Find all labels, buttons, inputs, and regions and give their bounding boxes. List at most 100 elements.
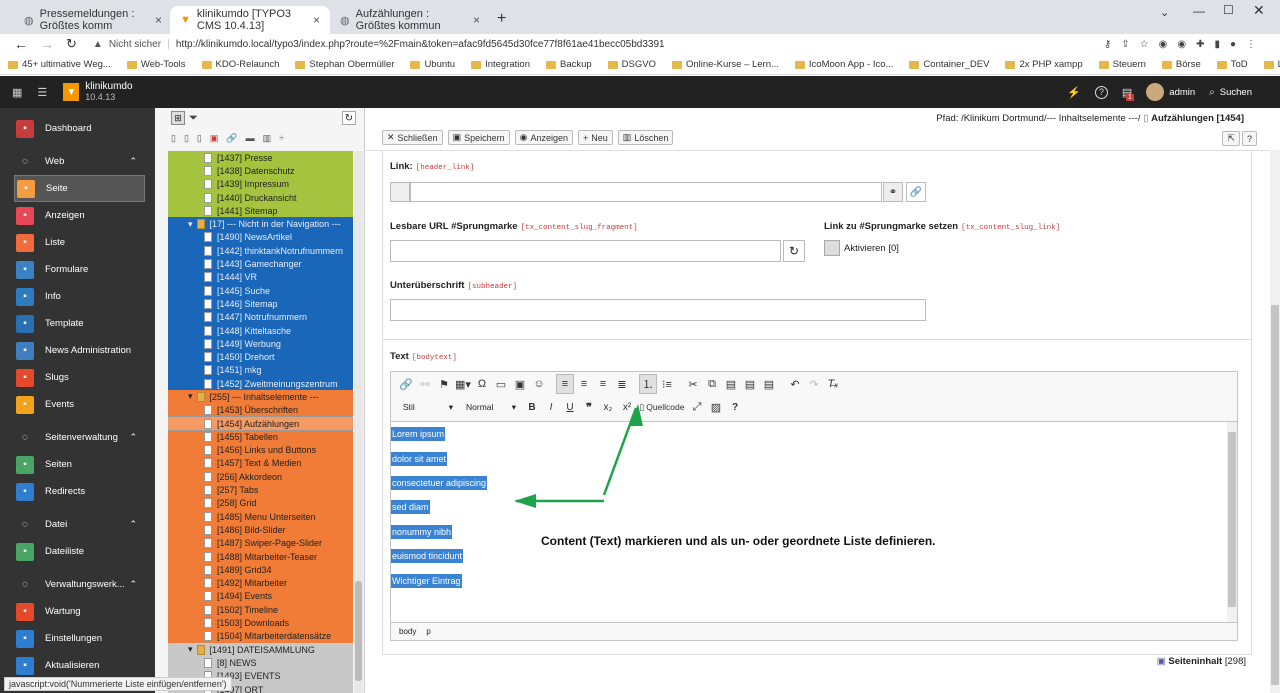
tree-node[interactable]: [1443] Gamechanger	[168, 257, 353, 271]
tree-node[interactable]: [1502] Timeline	[168, 603, 353, 617]
tree-node[interactable]: [1454] Aufzählungen	[168, 415, 353, 432]
main-scrollbar[interactable]	[1270, 150, 1280, 693]
tree-node[interactable]: [1494] Events	[168, 589, 353, 604]
tree-node[interactable]: [1453] Überschriften	[168, 403, 353, 417]
tree-node[interactable]: [8] NEWS	[168, 656, 353, 670]
minimize-icon[interactable]: —	[1193, 4, 1205, 18]
user-menu[interactable]: admin	[1169, 87, 1195, 98]
help-icon[interactable]: ?	[1094, 85, 1108, 99]
tree-node[interactable]: [1446] Sitemap	[168, 297, 353, 311]
tree-node[interactable]: [1447] Notrufnummern	[168, 310, 353, 324]
tree-node[interactable]: [1441] Sitemap	[168, 204, 353, 218]
tree-node[interactable]: [256] Akkordeon	[168, 470, 353, 484]
filter-icon[interactable]: ⏷	[189, 112, 198, 125]
tree-node[interactable]: [1452] Zweitmeinungszentrum	[168, 377, 353, 391]
tree-node[interactable]: [1442] thinktankNotrufnummern	[168, 244, 353, 258]
module-aktualisieren[interactable]: ▪ Aktualisieren	[0, 652, 155, 679]
tree-node[interactable]: [1456] Links und Buttons	[168, 443, 353, 457]
tree-node[interactable]: [1457] Text & Medien	[168, 456, 353, 471]
tree-node[interactable]: [1485] Menu Unterseiten	[168, 510, 353, 524]
tree-node[interactable]: [1487] Swiper-Page-Slider	[168, 536, 353, 550]
bookmark-item[interactable]: IcoMoon App - Ico...	[787, 59, 902, 70]
tree-scroll-thumb[interactable]	[355, 581, 362, 681]
close-icon[interactable]: ×	[155, 13, 162, 27]
module-events[interactable]: ▪ Events	[0, 391, 155, 418]
bookmark-item[interactable]: Container_DEV	[901, 59, 997, 70]
grid-icon[interactable]: ▦	[12, 86, 22, 99]
doktype-folder-page-icon[interactable]: ▯	[197, 133, 202, 144]
module-liste[interactable]: ▪ Liste	[0, 229, 155, 256]
doktype-link-icon[interactable]: 🔗	[226, 133, 237, 144]
module-slugs[interactable]: ▪ Slugs	[0, 364, 155, 391]
flash-icon[interactable]: ⚡	[1067, 86, 1081, 99]
tree-node[interactable]: [1440] Druckansicht	[168, 190, 353, 205]
refresh-tree-icon[interactable]: ↻	[342, 111, 356, 125]
tree-node[interactable]: [258] Grid	[168, 496, 353, 511]
chevron-up-icon[interactable]: ⌃	[129, 519, 137, 530]
close-icon[interactable]: ×	[313, 13, 320, 27]
avatar[interactable]	[1146, 83, 1165, 101]
bookmark-item[interactable]: Börse	[1154, 59, 1209, 70]
tree-node[interactable]: [1450] Drehort	[168, 350, 353, 364]
module-formulare[interactable]: ▪ Formulare	[0, 256, 155, 283]
module-einstellungen[interactable]: ▪ Einstellungen	[0, 625, 155, 652]
browser-tab-2[interactable]: ▼ klinikumdo [TYPO3 CMS 10.4.13] ×	[170, 6, 330, 34]
tree-node[interactable]: [1503] Downloads	[168, 616, 353, 630]
tree-node[interactable]: [1486] Bild-Slider	[168, 523, 353, 537]
doktype-spacer-icon[interactable]: ÷	[279, 133, 284, 143]
tree-node[interactable]: [1445] Suche	[168, 283, 353, 298]
chevron-down-icon[interactable]: ▾	[188, 391, 193, 402]
module-anzeigen[interactable]: ▪ Anzeigen	[0, 202, 155, 229]
chevron-up-icon[interactable]: ⌃	[129, 156, 137, 167]
systeminfo-icon[interactable]: ▤ 1	[1122, 86, 1134, 101]
tree-node[interactable]: ▾ [255] --- Inhaltselemente ---	[168, 390, 353, 404]
module-seiten[interactable]: ▪ Seiten	[0, 451, 155, 478]
tree-node[interactable]: [1451] mkg	[168, 363, 353, 378]
bookmark-item[interactable]: 2x PHP xampp	[997, 59, 1090, 70]
bookmark-item[interactable]: KDO-Relaunch	[194, 59, 288, 70]
chevron-down-icon[interactable]: ▾	[188, 219, 193, 230]
bookmark-item[interactable]: ToD	[1209, 59, 1256, 70]
tree-node[interactable]: [1488] Mitarbeiter-Teaser	[168, 549, 353, 564]
list-toggle-icon[interactable]: ☰	[37, 86, 47, 99]
tree-scrollbar[interactable]	[354, 151, 363, 693]
url-input[interactable]: http://klinikumdo.local/typo3/index.php?…	[176, 39, 665, 50]
tree-node[interactable]: [1448] Kitteltasche	[168, 323, 353, 338]
tree-node[interactable]: [1439] Impressum	[168, 177, 353, 191]
tree-node[interactable]: [1492] Mitarbeiter	[168, 576, 353, 590]
module-verwaltungswerk-[interactable]: ◌ Verwaltungswerk... ⌃	[0, 571, 155, 598]
bookmark-item[interactable]: Lodash / Javascript-...	[1256, 59, 1280, 70]
tree-node[interactable]: ▾ [1491] DATEISAMMLUNG	[168, 642, 353, 657]
bookmark-item[interactable]: Backup	[538, 59, 600, 70]
chevron-up-icon[interactable]: ⌃	[129, 579, 137, 590]
doktype-backend-icon[interactable]: ▯	[184, 133, 189, 144]
browser-tab-3[interactable]: ◍ Aufzählungen : Größtes kommun ×	[330, 6, 490, 34]
tree-node[interactable]: [1438] Datenschutz	[168, 164, 353, 178]
module-web[interactable]: ◌ Web ⌃	[0, 148, 155, 175]
bookmark-item[interactable]: DSGVO	[600, 59, 664, 70]
bookmark-item[interactable]: 45+ ultimative Weg...	[0, 59, 119, 70]
bookmark-item[interactable]: Steuern	[1091, 59, 1154, 70]
tree-node[interactable]: [1437] Presse	[168, 151, 353, 165]
doktype-trash-icon[interactable]: ▥	[263, 133, 272, 144]
new-tab-button[interactable]: +	[497, 10, 506, 28]
new-page-icon[interactable]: ⊞	[171, 111, 185, 125]
chevron-down-icon[interactable]: ▾	[188, 644, 193, 655]
bookmark-item[interactable]: Integration	[463, 59, 538, 70]
module-wartung[interactable]: ▪ Wartung	[0, 598, 155, 625]
module-news-administration[interactable]: ▪ News Administration	[0, 337, 155, 364]
module-template[interactable]: ▪ Template	[0, 310, 155, 337]
close-icon[interactable]: ×	[473, 13, 480, 27]
bookmark-item[interactable]: Online-Kurse – Lern...	[664, 59, 787, 70]
bookmark-item[interactable]: Ubuntu	[402, 59, 463, 70]
tab-search-icon[interactable]: ⌄	[1160, 6, 1169, 19]
module-datei[interactable]: ◌ Datei ⌃	[0, 511, 155, 538]
maximize-icon[interactable]: ☐	[1223, 3, 1234, 17]
tree-node[interactable]: [1490] NewsArtikel	[168, 230, 353, 245]
back-icon[interactable]: ←	[14, 36, 28, 52]
search-button[interactable]: Suchen	[1220, 87, 1252, 98]
module-dateiliste[interactable]: ▪ Dateiliste	[0, 538, 155, 565]
module-info[interactable]: ▪ Info	[0, 283, 155, 310]
module-redirects[interactable]: ▪ Redirects	[0, 478, 155, 505]
typo3-logo[interactable]: ▼	[63, 83, 80, 101]
